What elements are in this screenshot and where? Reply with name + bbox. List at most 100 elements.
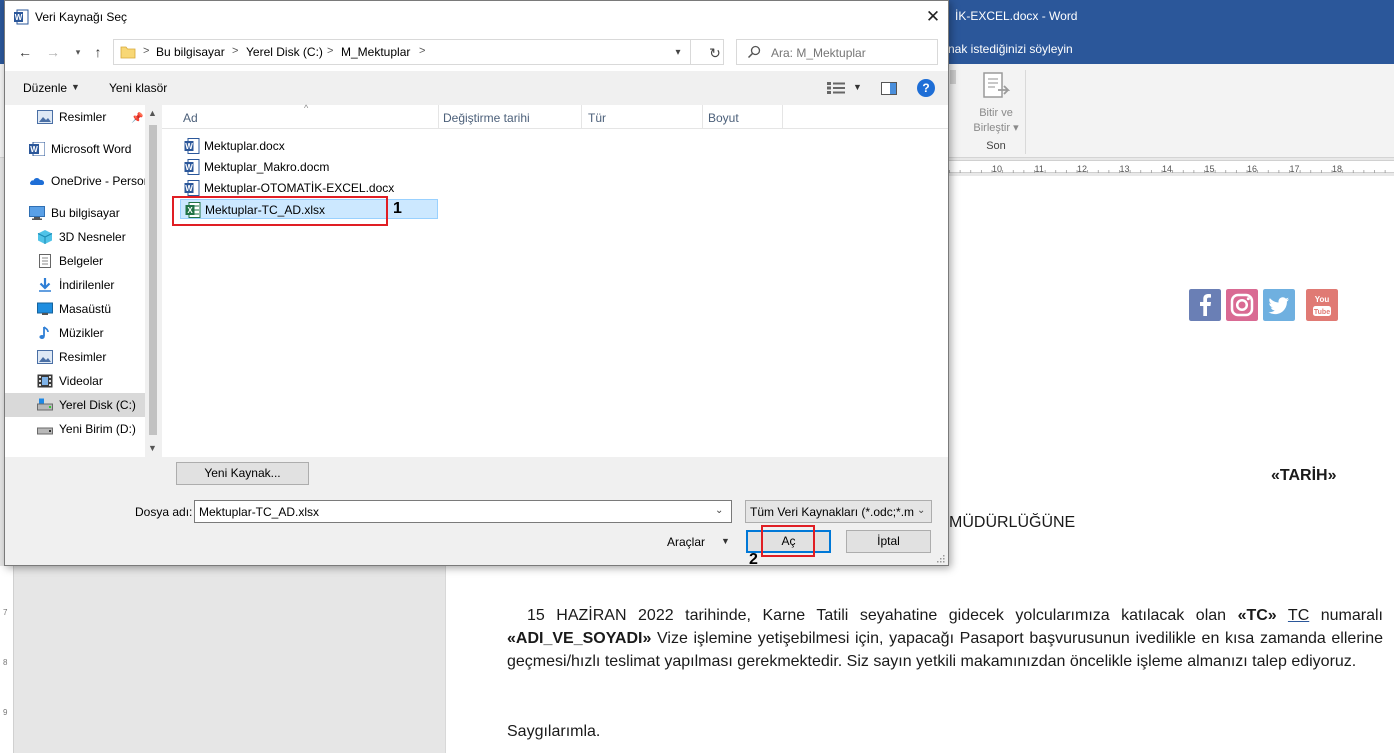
facebook-icon [1189,289,1221,321]
breadcrumb-separator[interactable]: > [327,45,333,57]
nav-scrollbar[interactable]: ▲ ▼ [145,105,161,457]
svg-text:W: W [185,163,193,172]
paragraph-text: 15 HAZİRAN 2022 tarihinde, Karne Tatili … [527,607,1238,624]
preview-pane-icon[interactable] [881,82,897,95]
finish-merge-icon[interactable] [978,70,1012,104]
column-divider[interactable] [581,105,582,129]
caret-down-icon[interactable]: ▼ [71,82,80,92]
nav-item-videos[interactable]: Videolar [5,369,145,393]
finish-merge-button[interactable]: Bitir ve Birleştir ▾ [966,106,1026,136]
breadcrumb-separator[interactable]: > [143,45,149,57]
file-row[interactable]: W Mektuplar.docx [180,136,438,156]
word-window-title: İK-EXCEL.docx - Word [955,9,1078,23]
nav-item-downloads[interactable]: İndirilenler [5,273,145,297]
refresh-icon[interactable]: ↻ [706,44,724,62]
downloads-icon [39,278,51,292]
onedrive-icon [30,177,45,185]
ruler-number: 11 [1034,164,1044,174]
word-app-icon: W [14,9,29,25]
ruler-number: 16 [1247,164,1258,174]
column-name[interactable]: Ad [183,111,198,125]
word-icon: W [29,142,45,156]
chevron-down-icon[interactable]: ⌄ [917,505,925,516]
sort-ascending-icon: ^ [304,103,309,113]
nav-item-label: Belgeler [59,254,104,268]
address-history-chevron-icon[interactable]: ▾ [669,44,687,62]
nav-item-local-disk-c[interactable]: Yerel Disk (C:) [5,393,145,417]
youtube-icon: You Tube [1306,289,1338,321]
address-bar[interactable]: > Bu bilgisayar > Yerel Disk (C:) > M_Me… [113,39,724,65]
document-paragraph: 15 HAZİRAN 2022 tarihinde, Karne Tatili … [507,604,1383,673]
tell-me-box[interactable]: nak istediğinizi söyleyin [948,42,1073,56]
column-divider[interactable] [438,105,439,129]
breadcrumb-this-pc[interactable]: Bu bilgisayar [156,45,225,59]
up-arrow-icon[interactable]: ↑ [89,43,107,61]
chevron-down-icon[interactable]: ⌄ [715,505,723,516]
file-name-input[interactable] [199,503,699,520]
nav-item-pictures[interactable]: Resimler [5,345,145,369]
column-type[interactable]: Tür [588,111,606,125]
breadcrumb-separator[interactable]: > [419,45,425,57]
dialog-titlebar: W Veri Kaynağı Seç ✕ [5,1,948,33]
file-name: Mektuplar-OTOMATİK-EXCEL.docx [204,181,395,195]
back-arrow-icon[interactable]: ← [16,43,34,61]
cancel-button[interactable]: İptal [846,530,931,553]
navigation-pane[interactable]: Resimler 📌 W Microsoft Word OneDrive - P… [5,105,161,457]
nav-item-label: Resimler [59,350,107,364]
nav-item-onedrive[interactable]: OneDrive - Person [5,169,150,193]
nav-item-this-pc[interactable]: Bu bilgisayar [5,201,145,225]
nav-item-music[interactable]: Müzikler [5,321,145,345]
address-divider [690,40,691,64]
file-type-select[interactable]: Tüm Veri Kaynakları (*.odc;*.mdb ⌄ [745,500,932,523]
recent-locations-chevron-icon[interactable]: ▾ [69,43,87,61]
column-divider[interactable] [782,105,783,129]
nav-item-microsoft-word[interactable]: W Microsoft Word [5,137,145,161]
tools-menu-button[interactable]: Araçlar [667,535,705,549]
nav-item-label: Videolar [59,374,103,388]
pin-icon[interactable]: 📌 [131,113,143,124]
nav-scrollbar-thumb[interactable] [149,125,157,435]
file-list[interactable]: ^ Ad Değiştirme tarihi Tür Boyut W Mektu… [162,103,948,457]
breadcrumb-m-mektuplar[interactable]: M_Mektuplar [341,45,410,59]
svg-text:Tube: Tube [1314,309,1330,316]
resize-grip-icon[interactable] [935,553,945,563]
nav-item-3d-objects[interactable]: 3D Nesneler [5,225,145,249]
file-row[interactable]: W Mektuplar_Makro.docm [180,157,438,177]
forward-arrow-icon[interactable]: → [44,43,62,61]
search-box[interactable] [736,39,938,65]
file-name-combobox[interactable]: ⌄ [194,500,732,523]
word-doc-icon: W [184,180,200,196]
vertical-ruler-number: 8 [3,658,8,667]
caret-down-icon[interactable]: ▼ [721,536,730,546]
file-row[interactable]: W Mektuplar-OTOMATİK-EXCEL.docx [180,178,438,198]
nav-item-pictures-pinned[interactable]: Resimler 📌 [5,105,145,129]
scroll-up-icon[interactable]: ▲ [148,108,157,118]
help-icon[interactable]: ? [917,79,935,97]
view-options-icon[interactable] [827,82,845,94]
vertical-ruler-number: 7 [3,608,8,617]
drive-icon [37,427,53,435]
nav-item-new-volume-d[interactable]: Yeni Birim (D:) [5,417,145,441]
search-input[interactable] [771,44,931,61]
column-size[interactable]: Boyut [708,111,739,125]
vertical-ruler: 7 8 9 [0,566,14,753]
new-folder-button[interactable]: Yeni klasör [109,81,167,95]
organize-menu-button[interactable]: Düzenle [23,81,67,95]
column-divider[interactable] [702,105,703,129]
merge-field-name: «ADI_VE_SOYADI» [507,630,652,647]
scroll-down-icon[interactable]: ▼ [148,443,157,453]
ruler-number: 14 [1162,164,1173,174]
merge-field-tarih: «TARİH» [1271,467,1337,484]
new-source-button[interactable]: Yeni Kaynak... [176,462,309,485]
breadcrumb-separator[interactable]: > [232,45,238,57]
svg-text:W: W [185,142,193,151]
nav-item-label: Resimler [59,110,107,124]
close-icon[interactable]: ✕ [923,7,943,27]
nav-item-documents[interactable]: Belgeler [5,249,145,273]
caret-down-icon[interactable]: ▼ [853,82,862,92]
nav-item-label: Microsoft Word [51,142,132,156]
nav-item-desktop[interactable]: Masaüstü [5,297,145,321]
breadcrumb-local-disk[interactable]: Yerel Disk (C:) [246,45,323,59]
column-date-modified[interactable]: Değiştirme tarihi [443,111,530,125]
documents-icon [39,254,51,268]
